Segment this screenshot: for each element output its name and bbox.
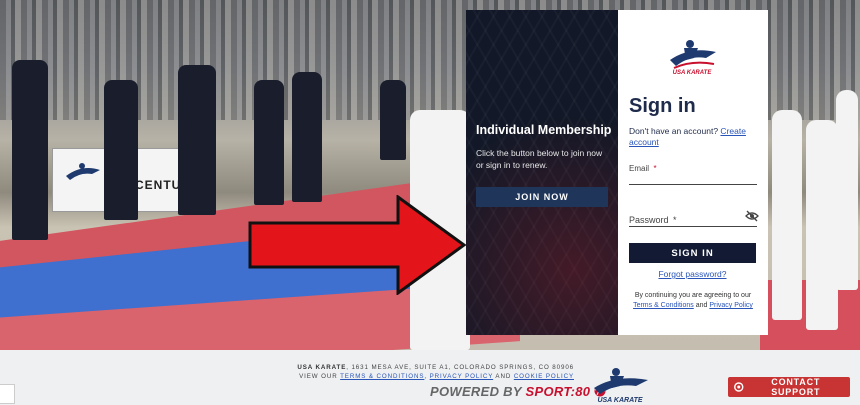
privacy-link[interactable]: Privacy Policy — [709, 302, 753, 309]
karate-athlete — [806, 120, 838, 330]
powered-prefix: POWERED BY — [430, 384, 522, 399]
join-now-button[interactable]: JOIN NOW — [476, 187, 608, 207]
person — [104, 80, 138, 220]
person — [380, 80, 406, 160]
red-arrow-icon — [248, 195, 467, 295]
usa-karate-logo: USA KARATE — [670, 40, 716, 76]
required-mark: * — [672, 215, 677, 225]
footer-street: , 1631 MESA AVE, SUITE A1, COLORADO SPRI… — [346, 364, 574, 371]
password-input-underline — [629, 226, 757, 227]
agreement-text: By continuing you are agreeing to our Te… — [626, 291, 760, 311]
lifebuoy-icon — [734, 382, 744, 392]
signin-card: USA KARATE Sign in Don't have an account… — [618, 10, 768, 335]
membership-description: Click the button below to join now or si… — [476, 148, 603, 170]
footer-usa-karate-logo: USA KARATE — [594, 368, 648, 404]
footer-address: USA KARATE, 1631 MESA AVE, SUITE A1, COL… — [296, 363, 574, 381]
person — [12, 60, 48, 240]
no-account-text: Don't have an account? — [629, 126, 719, 136]
password-field[interactable]: Password * — [629, 210, 759, 228]
recaptcha-badge[interactable] — [0, 384, 15, 404]
karate-athlete — [836, 90, 858, 290]
sign-in-button[interactable]: SIGN IN — [629, 243, 756, 263]
membership-panel: Individual Membership Click the button b… — [466, 10, 618, 335]
sport80-brand: SPORT:80 — [525, 384, 591, 399]
person — [292, 72, 322, 202]
logo-text: USA KARATE — [673, 70, 713, 76]
comma: , — [424, 373, 428, 380]
required-mark: * — [653, 164, 657, 173]
and-text: and — [695, 302, 708, 309]
contact-support-label: CONTACT SUPPORT — [771, 377, 821, 397]
footer-privacy-link[interactable]: PRIVACY POLICY — [430, 373, 494, 380]
email-label: Email — [629, 164, 650, 173]
view-our-text: VIEW OUR — [299, 373, 338, 380]
signup-prompt: Don't have an account? Create account — [629, 126, 764, 148]
footer-logo-text: USA KARATE — [597, 397, 642, 404]
person — [178, 65, 216, 215]
contact-support-button[interactable]: CONTACT SUPPORT — [728, 377, 850, 397]
and-text: AND — [495, 373, 512, 380]
terms-link[interactable]: Terms & Conditions — [633, 302, 694, 309]
powered-by: POWERED BY SPORT:80 — [430, 384, 606, 399]
eye-slash-icon[interactable] — [745, 210, 759, 222]
password-label: Password — [629, 215, 669, 225]
forgot-password-link[interactable]: Forgot password? — [629, 269, 756, 279]
karate-athlete — [772, 110, 802, 320]
signin-title: Sign in — [629, 95, 696, 117]
email-input-underline — [629, 184, 757, 185]
email-field[interactable]: Email * — [629, 158, 757, 186]
footer-org-name: USA KARATE — [297, 364, 347, 371]
agree-prefix: By continuing you are agreeing to our — [634, 292, 752, 299]
footer-cookie-link[interactable]: COOKIE POLICY — [514, 373, 574, 380]
footer-terms-link[interactable]: TERMS & CONDITIONS — [340, 373, 424, 380]
banner-logo-icon — [66, 163, 100, 180]
person — [254, 80, 284, 205]
membership-title: Individual Membership — [476, 123, 612, 137]
